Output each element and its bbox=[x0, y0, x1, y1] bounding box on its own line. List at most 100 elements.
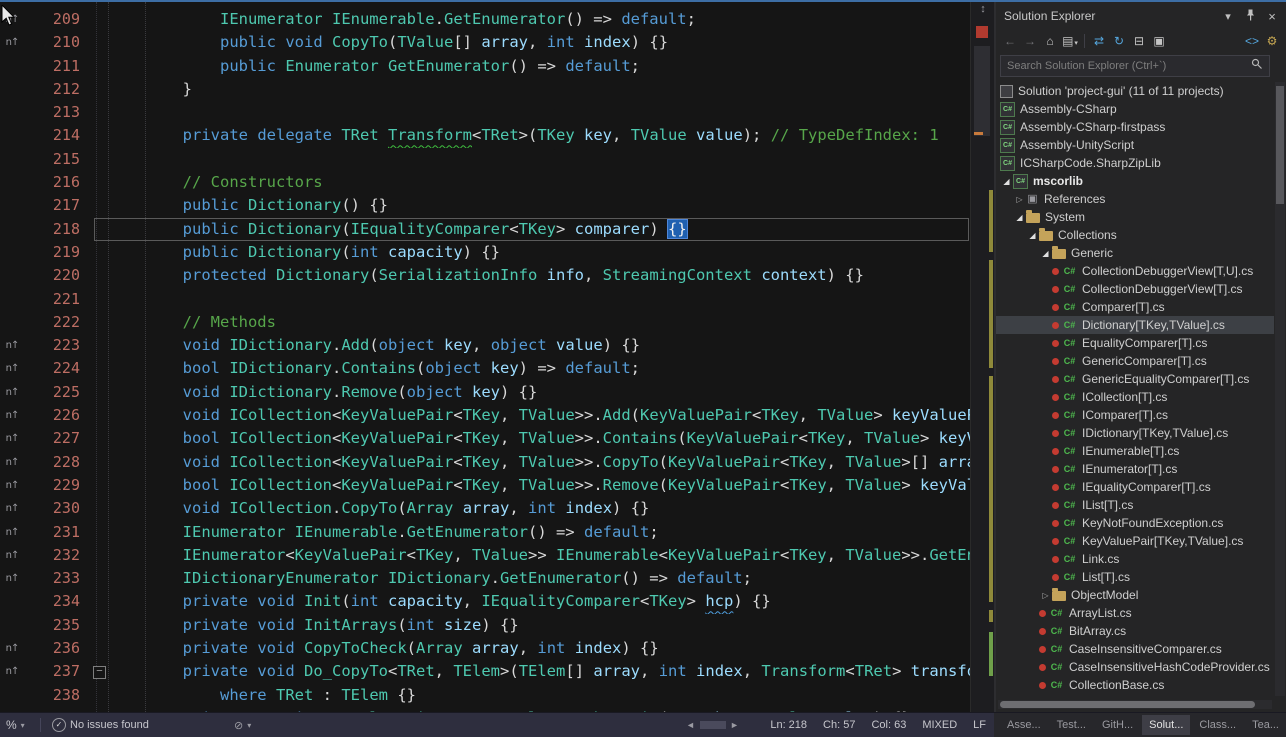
search-icon[interactable] bbox=[1251, 57, 1263, 75]
tree-item[interactable]: C#Assembly-CSharp bbox=[996, 100, 1274, 118]
inheritance-margin-icon[interactable]: n↑ bbox=[0, 381, 24, 404]
inheritance-margin-icon[interactable]: n↑ bbox=[0, 660, 24, 683]
code-line[interactable]: 222 // Methods bbox=[0, 311, 970, 334]
tree-expanded-arrow-icon[interactable]: ◢ bbox=[1026, 231, 1039, 240]
tree-item[interactable]: C#KeyValuePair[TKey,TValue].cs bbox=[996, 532, 1274, 550]
scrollbar-thumb[interactable] bbox=[974, 46, 990, 136]
tree-item[interactable]: C#GenericEqualityComparer[T].cs bbox=[996, 370, 1274, 388]
tree-item[interactable]: ▷ObjectModel bbox=[996, 586, 1274, 604]
view-code-icon[interactable]: <> bbox=[1242, 34, 1262, 48]
code-line[interactable]: 211 public Enumerator GetEnumerator() =>… bbox=[0, 55, 970, 78]
line-number[interactable]: 230 bbox=[24, 497, 92, 520]
code-line[interactable]: n↑236 private void CopyToCheck(Array arr… bbox=[0, 637, 970, 660]
fold-collapse-box[interactable]: – bbox=[93, 666, 106, 679]
code-line[interactable]: n↑229 bool ICollection<KeyValuePair<TKey… bbox=[0, 474, 970, 497]
code-line[interactable]: n↑231 IEnumerator IEnumerable.GetEnumera… bbox=[0, 521, 970, 544]
line-number[interactable]: 229 bbox=[24, 474, 92, 497]
code-line[interactable]: n↑232 IEnumerator<KeyValuePair<TKey, TVa… bbox=[0, 544, 970, 567]
tree-item[interactable]: C#CollectionDebuggerView[T].cs bbox=[996, 280, 1274, 298]
window-position-icon[interactable]: ▾ bbox=[1220, 10, 1236, 23]
code-line[interactable]: 214 private delegate TRet Transform<TRet… bbox=[0, 124, 970, 147]
tree-item[interactable]: ◢C#mscorlib bbox=[996, 172, 1274, 190]
inheritance-margin-icon[interactable]: n↑ bbox=[0, 637, 24, 660]
code-line[interactable]: 212 } bbox=[0, 78, 970, 101]
sync-with-active-document-icon[interactable]: ⇄ bbox=[1089, 34, 1109, 48]
code-line[interactable]: n↑233 IDictionaryEnumerator IDictionary.… bbox=[0, 567, 970, 590]
tree-item[interactable]: C#CollectionBase.cs bbox=[996, 676, 1274, 694]
line-number[interactable]: 213 bbox=[24, 101, 92, 124]
line-number[interactable]: 233 bbox=[24, 567, 92, 590]
line-number[interactable]: 231 bbox=[24, 521, 92, 544]
code-line[interactable]: n↑225 void IDictionary.Remove(object key… bbox=[0, 381, 970, 404]
home-icon[interactable]: ⌂ bbox=[1040, 34, 1060, 48]
line-number[interactable]: 236 bbox=[24, 637, 92, 660]
tree-item[interactable]: ◢Generic bbox=[996, 244, 1274, 262]
refresh-icon[interactable]: ↻ bbox=[1109, 34, 1129, 48]
inheritance-margin-icon[interactable]: n↑ bbox=[0, 404, 24, 427]
inheritance-margin-icon[interactable]: n↑ bbox=[0, 544, 24, 567]
line-number[interactable]: 215 bbox=[24, 148, 92, 171]
inheritance-margin-icon[interactable]: n↑ bbox=[0, 451, 24, 474]
document-health-indicator[interactable]: ✓ No issues found bbox=[52, 713, 149, 737]
line-number[interactable]: 228 bbox=[24, 451, 92, 474]
inheritance-margin-icon[interactable]: n↑ bbox=[0, 31, 24, 54]
scroll-right-icon[interactable]: ► bbox=[730, 713, 739, 737]
tree-item[interactable]: C#IComparer[T].cs bbox=[996, 406, 1274, 424]
code-line[interactable]: 235 private void InitArrays(int size) {} bbox=[0, 614, 970, 637]
code-line[interactable]: n↑237– private void Do_CopyTo<TRet, TEle… bbox=[0, 660, 970, 683]
inheritance-margin-icon[interactable]: n↑ bbox=[0, 497, 24, 520]
tree-item[interactable]: C#Link.cs bbox=[996, 550, 1274, 568]
scrollbar-thumb[interactable] bbox=[1000, 701, 1255, 708]
tree-item[interactable]: C#CollectionDebuggerView[T,U].cs bbox=[996, 262, 1274, 280]
line-number[interactable]: 211 bbox=[24, 55, 92, 78]
inheritance-margin-icon[interactable]: n↑ bbox=[0, 474, 24, 497]
tree-expanded-arrow-icon[interactable]: ◢ bbox=[1000, 177, 1013, 186]
zoom-control[interactable]: % ▾ bbox=[6, 713, 25, 737]
tree-item[interactable]: ▷▣References bbox=[996, 190, 1274, 208]
tool-window-tab[interactable]: Solut... bbox=[1142, 715, 1190, 735]
tool-window-tab[interactable]: Class... bbox=[1192, 715, 1243, 735]
splitter-handle-icon[interactable]: ↕ bbox=[971, 3, 995, 15]
code-line[interactable]: n↑230 void ICollection.CopyTo(Array arra… bbox=[0, 497, 970, 520]
line-number[interactable]: 210 bbox=[24, 31, 92, 54]
tree-item[interactable]: C#EqualityComparer[T].cs bbox=[996, 334, 1274, 352]
code-line[interactable]: n↑228 void ICollection<KeyValuePair<TKey… bbox=[0, 451, 970, 474]
tree-item[interactable]: ◢Collections bbox=[996, 226, 1274, 244]
inheritance-margin-icon[interactable]: n↑ bbox=[0, 567, 24, 590]
code-line[interactable]: 221 bbox=[0, 288, 970, 311]
editor-extra-icons[interactable]: ⊘ ▾ bbox=[234, 713, 251, 737]
tree-item[interactable]: C#CaseInsensitiveComparer.cs bbox=[996, 640, 1274, 658]
tool-window-tab[interactable]: Tea... bbox=[1245, 715, 1286, 735]
tree-item[interactable]: C#BitArray.cs bbox=[996, 622, 1274, 640]
tree-item[interactable]: C#IDictionary[TKey,TValue].cs bbox=[996, 424, 1274, 442]
line-number[interactable]: 223 bbox=[24, 334, 92, 357]
tree-expanded-arrow-icon[interactable]: ◢ bbox=[1039, 249, 1052, 258]
line-number[interactable]: 237 bbox=[24, 660, 92, 683]
tree-item[interactable]: C#KeyNotFoundException.cs bbox=[996, 514, 1274, 532]
tool-window-tab[interactable]: Asse... bbox=[1000, 715, 1048, 735]
line-number[interactable]: 216 bbox=[24, 171, 92, 194]
inheritance-margin-icon[interactable]: n↑ bbox=[0, 521, 24, 544]
inheritance-margin-icon[interactable]: n↑ bbox=[0, 357, 24, 380]
line-number[interactable]: 225 bbox=[24, 381, 92, 404]
code-editor[interactable]: n↑209 IEnumerator IEnumerable.GetEnumera… bbox=[0, 2, 970, 712]
close-icon[interactable]: × bbox=[1264, 9, 1280, 24]
code-line[interactable]: 213 bbox=[0, 101, 970, 124]
tree-item[interactable]: C#GenericComparer[T].cs bbox=[996, 352, 1274, 370]
tree-item[interactable]: C#CaseInsensitiveHashCodeProvider.cs bbox=[996, 658, 1274, 676]
tool-window-tab[interactable]: GitH... bbox=[1095, 715, 1140, 735]
code-line[interactable]: 234 private void Init(int capacity, IEqu… bbox=[0, 590, 970, 613]
tree-item[interactable]: C#ICollection[T].cs bbox=[996, 388, 1274, 406]
code-line[interactable]: n↑227 bool ICollection<KeyValuePair<TKey… bbox=[0, 427, 970, 450]
tree-item[interactable]: C#ArrayList.cs bbox=[996, 604, 1274, 622]
scrollbar-thumb[interactable] bbox=[1276, 86, 1284, 204]
code-line[interactable]: n↑226 void ICollection<KeyValuePair<TKey… bbox=[0, 404, 970, 427]
tree-item[interactable]: C#Dictionary[TKey,TValue].cs bbox=[996, 316, 1274, 334]
code-line[interactable]: 219 public Dictionary(int capacity) {} bbox=[0, 241, 970, 264]
view-selector-icon[interactable]: ▤▾ bbox=[1060, 34, 1080, 48]
editor-vertical-scrollbar[interactable]: ↕ bbox=[970, 2, 995, 712]
back-icon[interactable]: ← bbox=[1000, 34, 1020, 48]
tree-item[interactable]: C#Assembly-CSharp-firstpass bbox=[996, 118, 1274, 136]
code-line[interactable]: 217 public Dictionary() {} bbox=[0, 194, 970, 217]
search-input[interactable]: Search Solution Explorer (Ctrl+`) bbox=[1000, 55, 1270, 77]
